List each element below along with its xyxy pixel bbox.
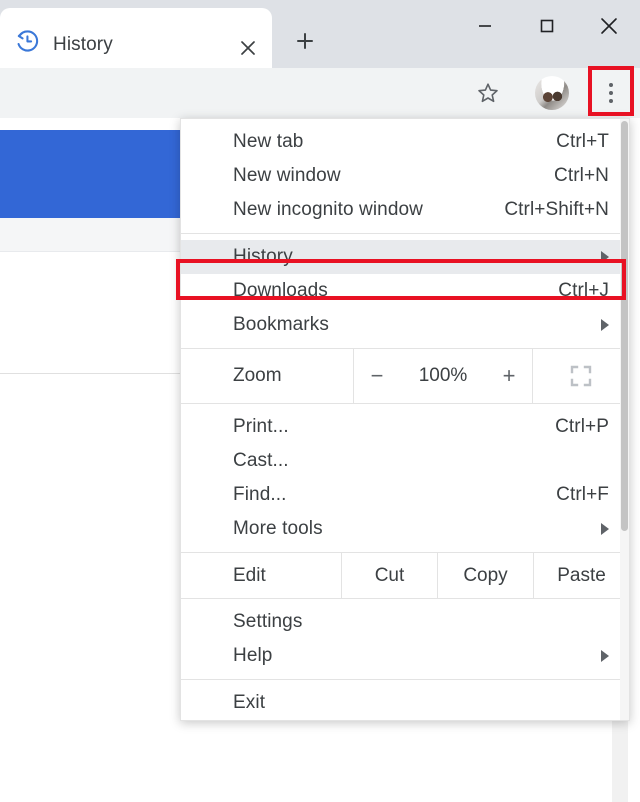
zoom-label: Zoom bbox=[233, 365, 282, 386]
maximize-icon[interactable] bbox=[516, 0, 578, 52]
menu-zoom-row: Zoom − 100% + bbox=[181, 348, 629, 404]
menu-scrollbar-thumb[interactable] bbox=[621, 121, 628, 531]
tab-history[interactable]: History bbox=[0, 8, 272, 68]
menu-section-settings: Settings Help bbox=[181, 605, 629, 673]
menu-item-print[interactable]: Print... Ctrl+P bbox=[181, 410, 629, 444]
three-dot-menu-icon[interactable] bbox=[594, 75, 628, 111]
menu-item-accel: Ctrl+P bbox=[555, 416, 609, 437]
menu-item-accel: Ctrl+J bbox=[558, 280, 609, 301]
menu-item-label: More tools bbox=[233, 518, 323, 539]
zoom-in-button[interactable]: + bbox=[500, 365, 518, 387]
menu-item-label: History bbox=[233, 246, 293, 267]
edit-label: Edit bbox=[233, 564, 266, 586]
cut-button[interactable]: Cut bbox=[341, 553, 437, 598]
browser-toolbar bbox=[0, 68, 640, 118]
menu-item-label: New tab bbox=[233, 131, 304, 152]
menu-separator bbox=[181, 679, 629, 680]
menu-section-tools: Print... Ctrl+P Cast... Find... Ctrl+F M… bbox=[181, 410, 629, 546]
menu-scrollbar-track[interactable] bbox=[620, 119, 629, 720]
chevron-right-icon bbox=[601, 650, 609, 662]
browser-window: History New tab Ctrl+T New window Ctrl+N… bbox=[0, 0, 640, 802]
tab-strip: History bbox=[0, 0, 640, 68]
menu-item-label: New window bbox=[233, 165, 341, 186]
zoom-out-button[interactable]: − bbox=[368, 365, 386, 387]
menu-separator bbox=[181, 233, 629, 234]
menu-item-label: New incognito window bbox=[233, 199, 423, 220]
menu-item-label: Cast... bbox=[233, 450, 289, 471]
menu-section-new: New tab Ctrl+T New window Ctrl+N New inc… bbox=[181, 125, 629, 227]
menu-section-history: History Downloads Ctrl+J Bookmarks bbox=[181, 240, 629, 342]
minimize-icon[interactable] bbox=[454, 0, 516, 52]
menu-item-accel: Ctrl+F bbox=[556, 484, 609, 505]
menu-item-exit[interactable]: Exit bbox=[181, 686, 629, 720]
zoom-controls: − 100% + bbox=[353, 349, 533, 403]
fullscreen-icon[interactable] bbox=[533, 349, 629, 403]
window-controls bbox=[454, 0, 640, 52]
menu-item-label: Help bbox=[233, 645, 273, 666]
menu-item-label: Downloads bbox=[233, 280, 328, 301]
menu-item-label: Settings bbox=[233, 611, 303, 632]
history-clock-icon bbox=[14, 28, 40, 54]
menu-item-new-tab[interactable]: New tab Ctrl+T bbox=[181, 125, 629, 159]
menu-item-label: Exit bbox=[233, 692, 266, 713]
copy-button[interactable]: Copy bbox=[437, 553, 533, 598]
menu-item-cast[interactable]: Cast... bbox=[181, 444, 629, 478]
avatar bbox=[535, 76, 569, 110]
close-tab-icon[interactable] bbox=[232, 32, 264, 64]
menu-edit-row: Edit Cut Copy Paste bbox=[181, 552, 629, 599]
menu-item-accel: Ctrl+Shift+N bbox=[504, 199, 609, 220]
menu-item-downloads[interactable]: Downloads Ctrl+J bbox=[181, 274, 629, 308]
menu-item-label: Bookmarks bbox=[233, 314, 329, 335]
menu-item-more-tools[interactable]: More tools bbox=[181, 512, 629, 546]
menu-item-bookmarks[interactable]: Bookmarks bbox=[181, 308, 629, 342]
menu-item-settings[interactable]: Settings bbox=[181, 605, 629, 639]
profile-avatar[interactable] bbox=[534, 75, 570, 111]
star-icon[interactable] bbox=[470, 75, 506, 111]
menu-item-history[interactable]: History bbox=[181, 240, 629, 274]
chevron-right-icon bbox=[601, 523, 609, 535]
menu-item-accel: Ctrl+N bbox=[554, 165, 609, 186]
menu-item-find[interactable]: Find... Ctrl+F bbox=[181, 478, 629, 512]
menu-item-accel: Ctrl+T bbox=[556, 131, 609, 152]
zoom-level-value: 100% bbox=[418, 365, 468, 386]
chevron-right-icon bbox=[601, 251, 609, 263]
dots-glyph bbox=[609, 83, 613, 103]
menu-item-help[interactable]: Help bbox=[181, 639, 629, 673]
chrome-main-menu: New tab Ctrl+T New window Ctrl+N New inc… bbox=[180, 118, 630, 721]
menu-item-new-window[interactable]: New window Ctrl+N bbox=[181, 159, 629, 193]
chevron-right-icon bbox=[601, 319, 609, 331]
menu-item-label: Find... bbox=[233, 484, 287, 505]
menu-section-exit: Exit bbox=[181, 686, 629, 720]
paste-button[interactable]: Paste bbox=[533, 553, 629, 598]
close-icon[interactable] bbox=[578, 0, 640, 52]
menu-item-new-incognito-window[interactable]: New incognito window Ctrl+Shift+N bbox=[181, 193, 629, 227]
new-tab-icon[interactable] bbox=[284, 20, 326, 62]
menu-item-label: Print... bbox=[233, 416, 289, 437]
tab-title: History bbox=[53, 34, 113, 55]
